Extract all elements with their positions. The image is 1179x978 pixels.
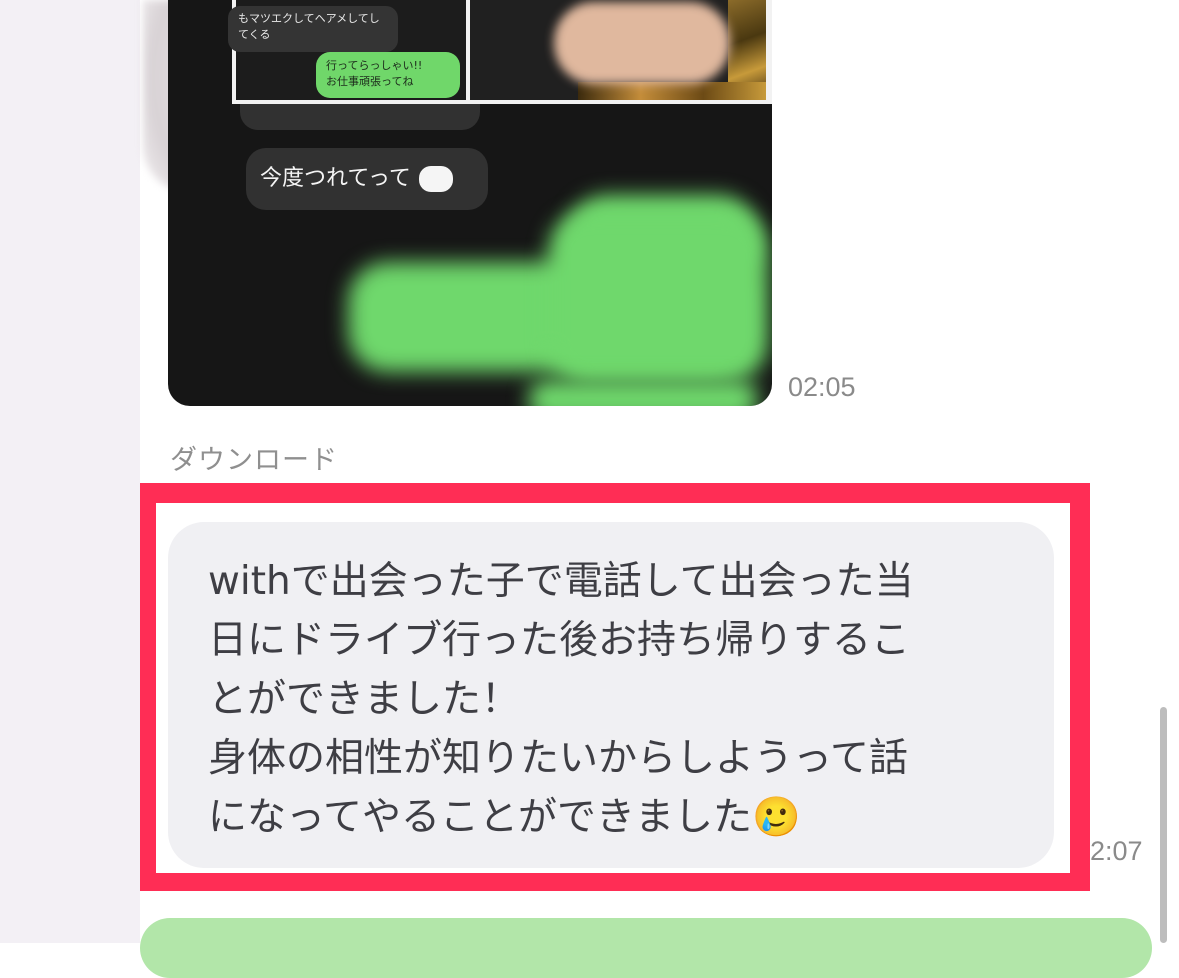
image-message-time: 02:05	[788, 372, 856, 402]
outgoing-message-bubble[interactable]	[140, 918, 1152, 978]
embedded-outgoing-bubble: 行ってらっしゃい!! お仕事頑張ってね	[316, 52, 460, 98]
embedded-bubble-line: てくる	[238, 28, 271, 41]
embedded-bubble-line: お仕事頑張ってね	[326, 75, 414, 88]
highlight-frame-bottom	[140, 873, 1090, 891]
panel-divider-right	[766, 0, 772, 102]
highlight-frame-left	[140, 483, 156, 891]
blurred-green-bubble	[528, 380, 758, 406]
embedded-incoming-bubble-large: 今度つれてって	[246, 148, 488, 210]
blurred-face	[554, 2, 730, 84]
message-text: withで出会った子で電話して出会った当 日にドライブ行った後お持ち帰りするこ …	[208, 559, 914, 840]
screenshot-photo-background-bottom	[578, 82, 766, 100]
embedded-cropped-bubble	[240, 104, 480, 130]
highlight-frame-top	[140, 483, 1090, 503]
embedded-bubble-line: もマツエクしてヘアメしてし	[238, 12, 380, 25]
embedded-incoming-bubble: もマツエクしてヘアメしてし てくる	[228, 6, 398, 52]
cat-emoji-icon	[418, 166, 453, 192]
blurred-green-bubble	[548, 212, 768, 382]
embedded-bubble-line: 行ってらっしゃい!!	[326, 59, 423, 72]
highlight-frame-right	[1070, 483, 1090, 891]
shared-screenshot-image[interactable]: もマツエクしてヘアメしてし てくる 行ってらっしゃい!! お仕事頑張ってね 今度…	[168, 0, 772, 406]
message-time: 2:07	[1090, 836, 1143, 866]
download-link[interactable]: ダウンロード	[170, 438, 338, 477]
incoming-message-bubble[interactable]: withで出会った子で電話して出会った当 日にドライブ行った後お持ち帰りするこ …	[168, 522, 1054, 868]
panel-divider-vertical	[466, 0, 470, 102]
left-margin-strip	[0, 0, 140, 943]
scrollbar-thumb[interactable]	[1160, 707, 1167, 943]
embedded-bubble-text: 今度つれてって	[260, 166, 411, 191]
